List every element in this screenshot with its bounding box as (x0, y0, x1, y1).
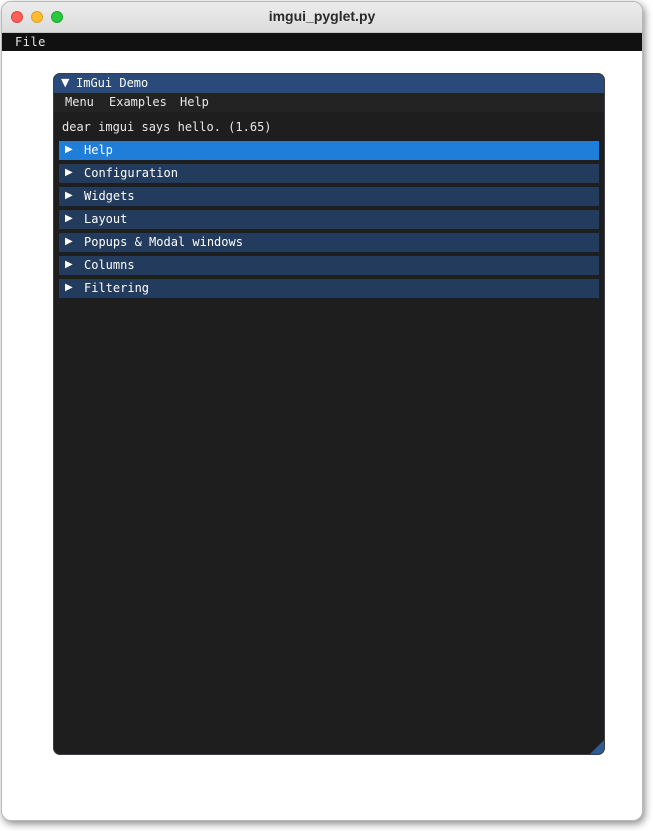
header-label: Help (84, 143, 113, 157)
imgui-window-title: ImGui Demo (76, 76, 149, 90)
header-configuration[interactable]: ▶ Configuration (59, 164, 599, 183)
expand-triangle-icon: ▶ (65, 282, 73, 293)
os-window: imgui_pyglet.py File ▼ ImGui Demo Menu E… (1, 1, 643, 821)
hello-text: dear imgui says hello. (1.65) (62, 120, 272, 134)
header-layout[interactable]: ▶ Layout (59, 210, 599, 229)
menu-examples[interactable]: Examples (109, 95, 167, 109)
header-filtering[interactable]: ▶ Filtering (59, 279, 599, 298)
window-title: imgui_pyglet.py (268, 8, 376, 24)
menu-help[interactable]: Help (180, 95, 209, 109)
header-label: Widgets (84, 189, 135, 203)
imgui-menubar: Menu Examples Help (54, 93, 604, 112)
header-label: Columns (84, 258, 135, 272)
header-help[interactable]: ▶ Help (59, 141, 599, 160)
expand-triangle-icon: ▶ (65, 167, 73, 178)
header-label: Filtering (84, 281, 150, 295)
menu-file[interactable]: File (15, 35, 46, 49)
expand-triangle-icon: ▶ (65, 213, 73, 224)
resize-grip-icon[interactable] (590, 740, 604, 754)
expand-triangle-icon: ▶ (65, 190, 73, 201)
header-label: Configuration (84, 166, 178, 180)
collapse-triangle-icon[interactable]: ▼ (61, 76, 69, 89)
header-widgets[interactable]: ▶ Widgets (59, 187, 599, 206)
header-label: Popups & Modal windows (84, 235, 243, 249)
expand-triangle-icon: ▶ (65, 236, 73, 247)
app-menubar: File (2, 33, 642, 51)
expand-triangle-icon: ▶ (65, 259, 73, 270)
header-columns[interactable]: ▶ Columns (59, 256, 599, 275)
header-label: Layout (84, 212, 128, 226)
imgui-titlebar[interactable]: ▼ ImGui Demo (54, 74, 604, 93)
expand-triangle-icon: ▶ (65, 144, 73, 155)
window-titlebar[interactable]: imgui_pyglet.py (2, 2, 642, 33)
header-popups-modal-windows[interactable]: ▶ Popups & Modal windows (59, 233, 599, 252)
imgui-demo-window: ▼ ImGui Demo Menu Examples Help dear img… (53, 73, 605, 755)
menu-menu[interactable]: Menu (65, 95, 94, 109)
